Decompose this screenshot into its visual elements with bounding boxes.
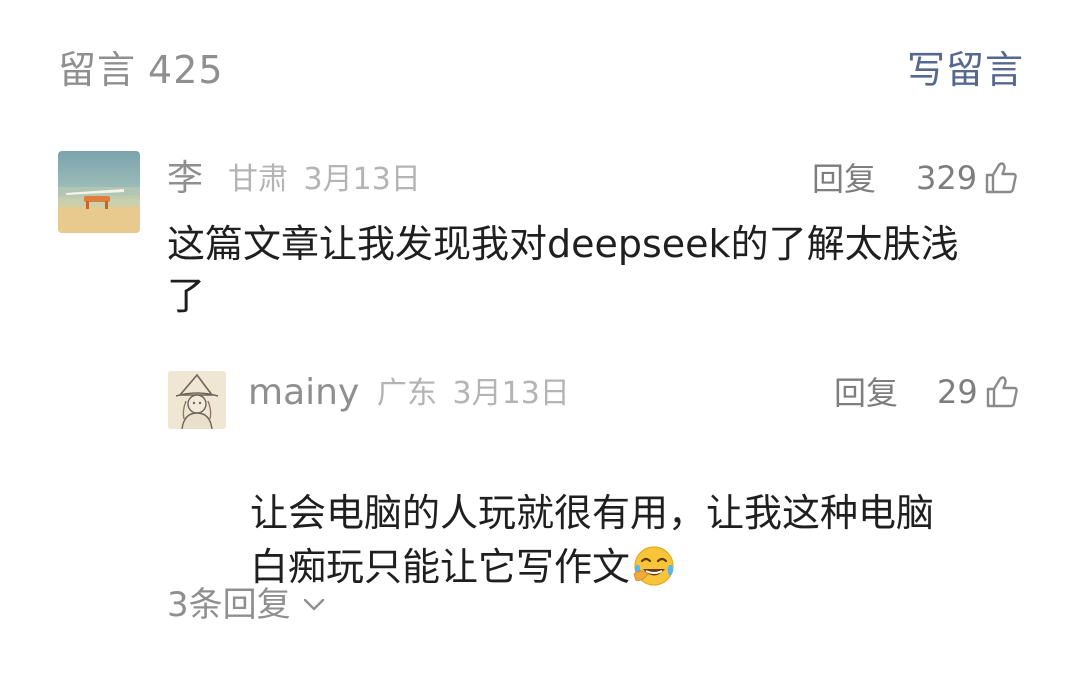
reply-text: 让会电脑的人玩就很有用，让我这种电脑 白痴玩只能让它写作文 [250,432,1030,594]
reply-meta: 广东 3月13日 [377,374,570,414]
thumbs-up-icon [986,376,1018,408]
reply-button[interactable]: 回复 [834,372,898,414]
comments-header: 留言 425 写留言 [58,42,1024,98]
write-comment-button[interactable]: 写留言 [907,42,1024,98]
comment-meta: 甘肃 3月13日 [228,160,421,200]
like-button[interactable]: 29 [937,370,1020,414]
comment-location: 甘肃 [228,162,288,197]
reply-button[interactable]: 回复 [812,158,876,200]
comments-title-label: 留言 [58,48,137,92]
comment-author[interactable]: 李 [167,156,203,202]
thumbs-up-icon [985,162,1017,194]
like-button[interactable]: 329 [916,156,1019,200]
avatar[interactable] [58,151,140,233]
comment-text: 这篇文章让我发现我对deepseek的了解太肤浅 了 [167,222,959,318]
face-with-tears-of-joy-icon [633,546,674,586]
reply-date: 3月13日 [452,376,570,411]
comment-date: 3月13日 [303,162,421,197]
more-replies-label: 3条回复 [167,585,291,625]
reply-author[interactable]: mainy [248,369,359,417]
chevron-down-icon [303,598,324,611]
like-count: 29 [937,373,978,411]
more-replies-button[interactable]: 3条回复 [167,580,325,630]
comments-title: 留言 425 [58,42,224,98]
reply-text-body: 让会电脑的人玩就很有用，让我这种电脑 白痴玩只能让它写作文 [250,491,935,589]
avatar[interactable] [168,371,226,429]
reply-location: 广东 [377,376,437,411]
like-count: 329 [916,159,978,197]
comments-count: 425 [148,48,224,92]
